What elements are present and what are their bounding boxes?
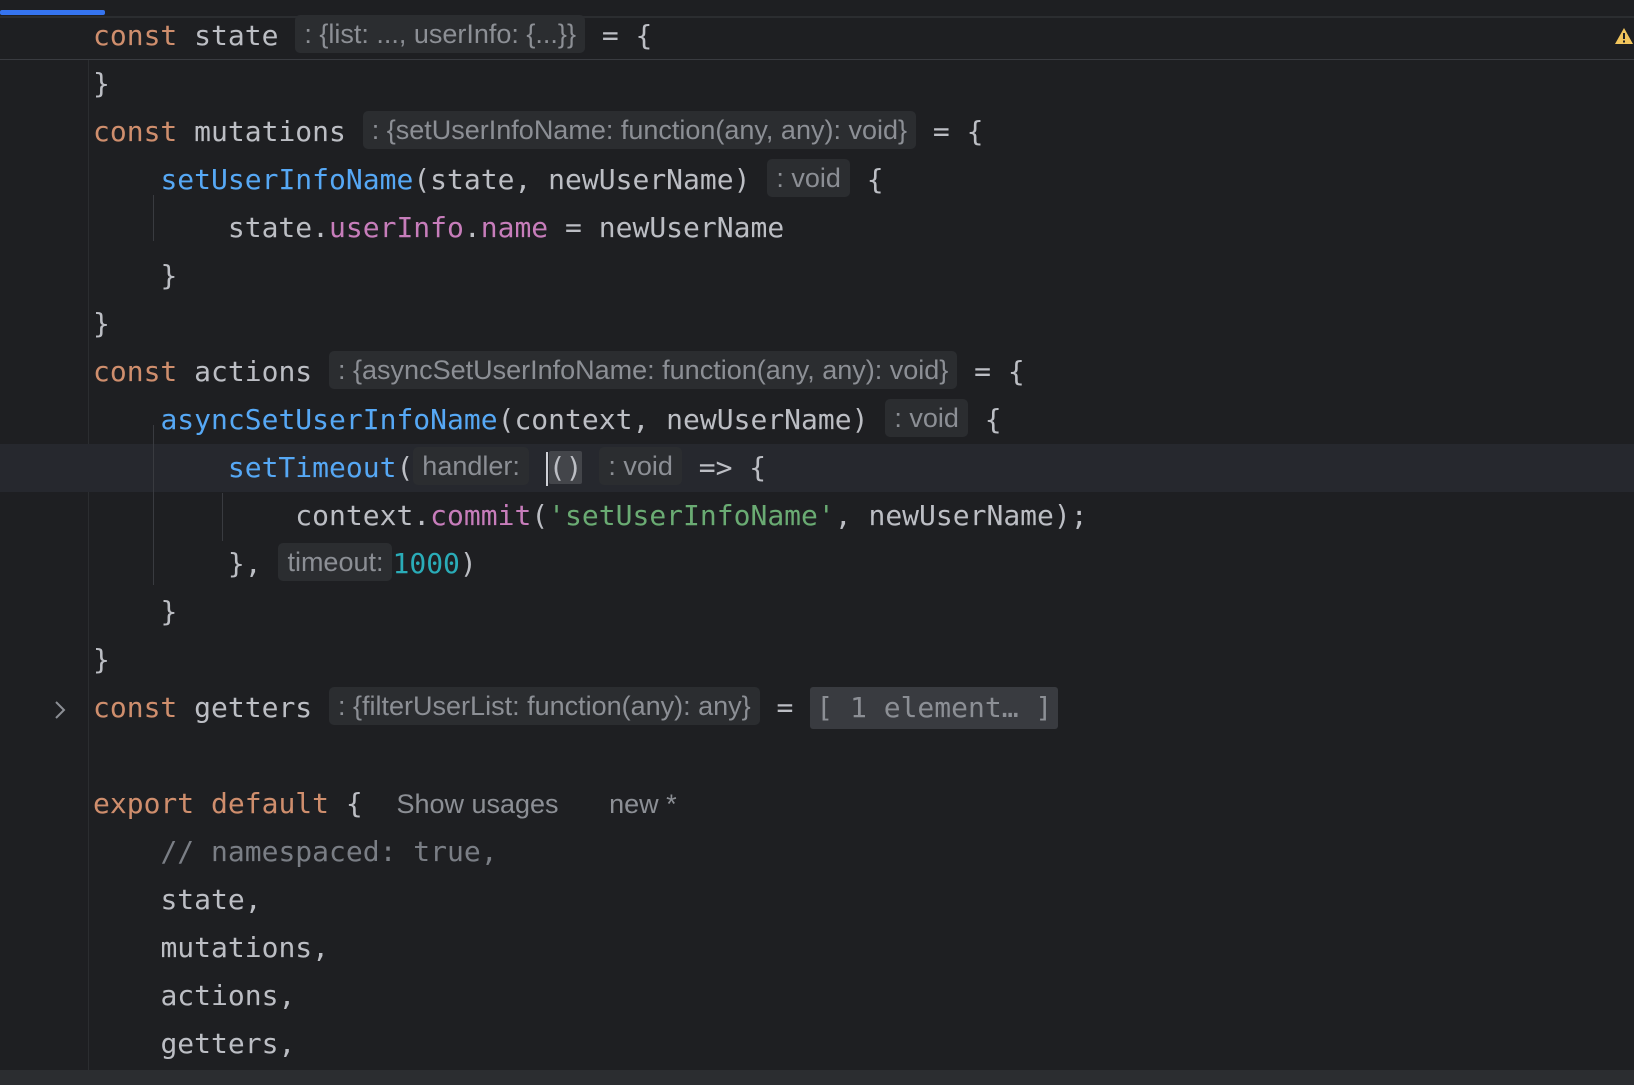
code-line[interactable]: export default { Show usages new *	[93, 780, 677, 828]
code-line[interactable]: state.userInfo.name = newUserName	[93, 204, 784, 252]
code-text: }	[93, 643, 110, 676]
code-editor[interactable]: const state : {list: ..., userInfo: {...…	[0, 0, 1634, 1085]
code-text: state.	[227, 211, 330, 244]
code-line[interactable]: setUserInfoName(state, newUserName) : vo…	[93, 156, 884, 204]
code-text: }	[160, 259, 178, 292]
code-text: }	[160, 595, 178, 628]
inlay-parameter-hint[interactable]: handler:	[413, 447, 529, 485]
code-line[interactable]: const actions : {asyncSetUserInfoName: f…	[93, 348, 1025, 396]
gutter-border	[88, 60, 89, 1070]
identifier: actions	[177, 355, 313, 388]
identifier: state	[177, 19, 279, 52]
code-line[interactable]: }	[93, 588, 177, 636]
number-literal: 1000	[392, 547, 460, 580]
string-literal: 'setUserInfoName'	[548, 499, 835, 532]
keyword: const	[93, 115, 178, 148]
text-caret	[545, 452, 548, 486]
code-text: state,	[160, 883, 262, 916]
keyword: const	[93, 355, 178, 388]
code-text: , newUserName);	[834, 499, 1088, 532]
code-text: }	[93, 67, 110, 100]
keyword: export	[93, 787, 195, 820]
code-text: (	[531, 499, 549, 532]
code-line[interactable]: }	[93, 252, 177, 300]
property: name	[480, 211, 549, 244]
inlay-type-hint[interactable]: : {list: ..., userInfo: {...}}	[295, 15, 585, 53]
function-name: setTimeout	[227, 451, 397, 484]
code-line[interactable]: mutations,	[93, 924, 329, 972]
code-line[interactable]: }, timeout: 1000)	[93, 540, 477, 588]
code-text: }	[93, 307, 110, 340]
code-text: => {	[681, 451, 767, 484]
inlay-parameter-hint[interactable]: timeout:	[278, 543, 393, 581]
inlay-type-hint[interactable]: : void	[767, 159, 850, 197]
code-line[interactable]: asyncSetUserInfoName(context, newUserNam…	[93, 396, 1002, 444]
code-text: {	[849, 163, 884, 196]
identifier: getters	[177, 691, 313, 724]
loading-progress-bar	[0, 10, 105, 15]
warning-icon[interactable]	[1614, 26, 1634, 46]
inlay-type-hint[interactable]: : {filterUserList: function(any): any}	[329, 687, 760, 725]
code-line[interactable]: const state : {list: ..., userInfo: {...…	[93, 12, 652, 60]
code-line[interactable]: const getters : {filterUserList: functio…	[93, 684, 1059, 732]
show-usages-link[interactable]: Show usages	[396, 789, 558, 819]
code-text: (	[396, 451, 414, 484]
code-text: = {	[957, 355, 1025, 388]
inlay-type-hint[interactable]: : void	[599, 447, 682, 485]
inlay-type-hint[interactable]: : {setUserInfoName: function(any, any): …	[362, 111, 917, 149]
code-line[interactable]: }	[93, 300, 110, 348]
code-line[interactable]: // namespaced: true,	[93, 828, 498, 876]
code-text: (state, newUserName)	[413, 163, 751, 196]
code-text: )	[459, 547, 477, 580]
code-text: context.	[295, 499, 431, 532]
code-text: getters,	[160, 1027, 296, 1060]
inlay-type-hint[interactable]: : {asyncSetUserInfoName: function(any, a…	[329, 351, 958, 389]
code-text: {	[967, 403, 1002, 436]
code-line[interactable]: setTimeout(handler: () : void => {	[93, 444, 766, 492]
keyword: default	[194, 787, 330, 820]
folded-region-placeholder[interactable]: [ 1 element… ]	[810, 687, 1059, 729]
chevron-right-icon[interactable]	[50, 692, 70, 728]
keyword: const	[93, 19, 178, 52]
code-text: = {	[584, 19, 653, 52]
code-text: = {	[916, 115, 984, 148]
inlay-type-hint[interactable]: : void	[885, 399, 968, 437]
code-line[interactable]: context.commit('setUserInfoName', newUse…	[93, 492, 1088, 540]
code-text: actions,	[160, 979, 296, 1012]
code-line[interactable]: }	[93, 60, 110, 108]
keyword: const	[93, 691, 178, 724]
comment: // namespaced: true,	[160, 835, 498, 868]
code-text: = newUserName	[548, 211, 785, 244]
code-text: .	[463, 211, 481, 244]
code-text: {	[329, 787, 363, 820]
code-text: =	[759, 691, 811, 724]
identifier: mutations	[177, 115, 346, 148]
method-name: commit	[430, 499, 532, 532]
code-line[interactable]: actions,	[93, 972, 295, 1020]
matched-parens: ()	[548, 451, 583, 484]
code-text: },	[227, 547, 262, 580]
code-text: (context, newUserName)	[497, 403, 869, 436]
code-line[interactable]: state,	[93, 876, 262, 924]
code-text: mutations,	[160, 931, 330, 964]
vcs-author-hint[interactable]: new *	[609, 789, 677, 819]
function-name: setUserInfoName	[160, 163, 414, 196]
property: userInfo	[329, 211, 464, 244]
code-line[interactable]: }	[93, 636, 110, 684]
code-line[interactable]: const mutations : {setUserInfoName: func…	[93, 108, 983, 156]
function-name: asyncSetUserInfoName	[160, 403, 498, 436]
code-line[interactable]: getters,	[93, 1020, 295, 1068]
horizontal-scrollbar[interactable]	[0, 1070, 1634, 1085]
